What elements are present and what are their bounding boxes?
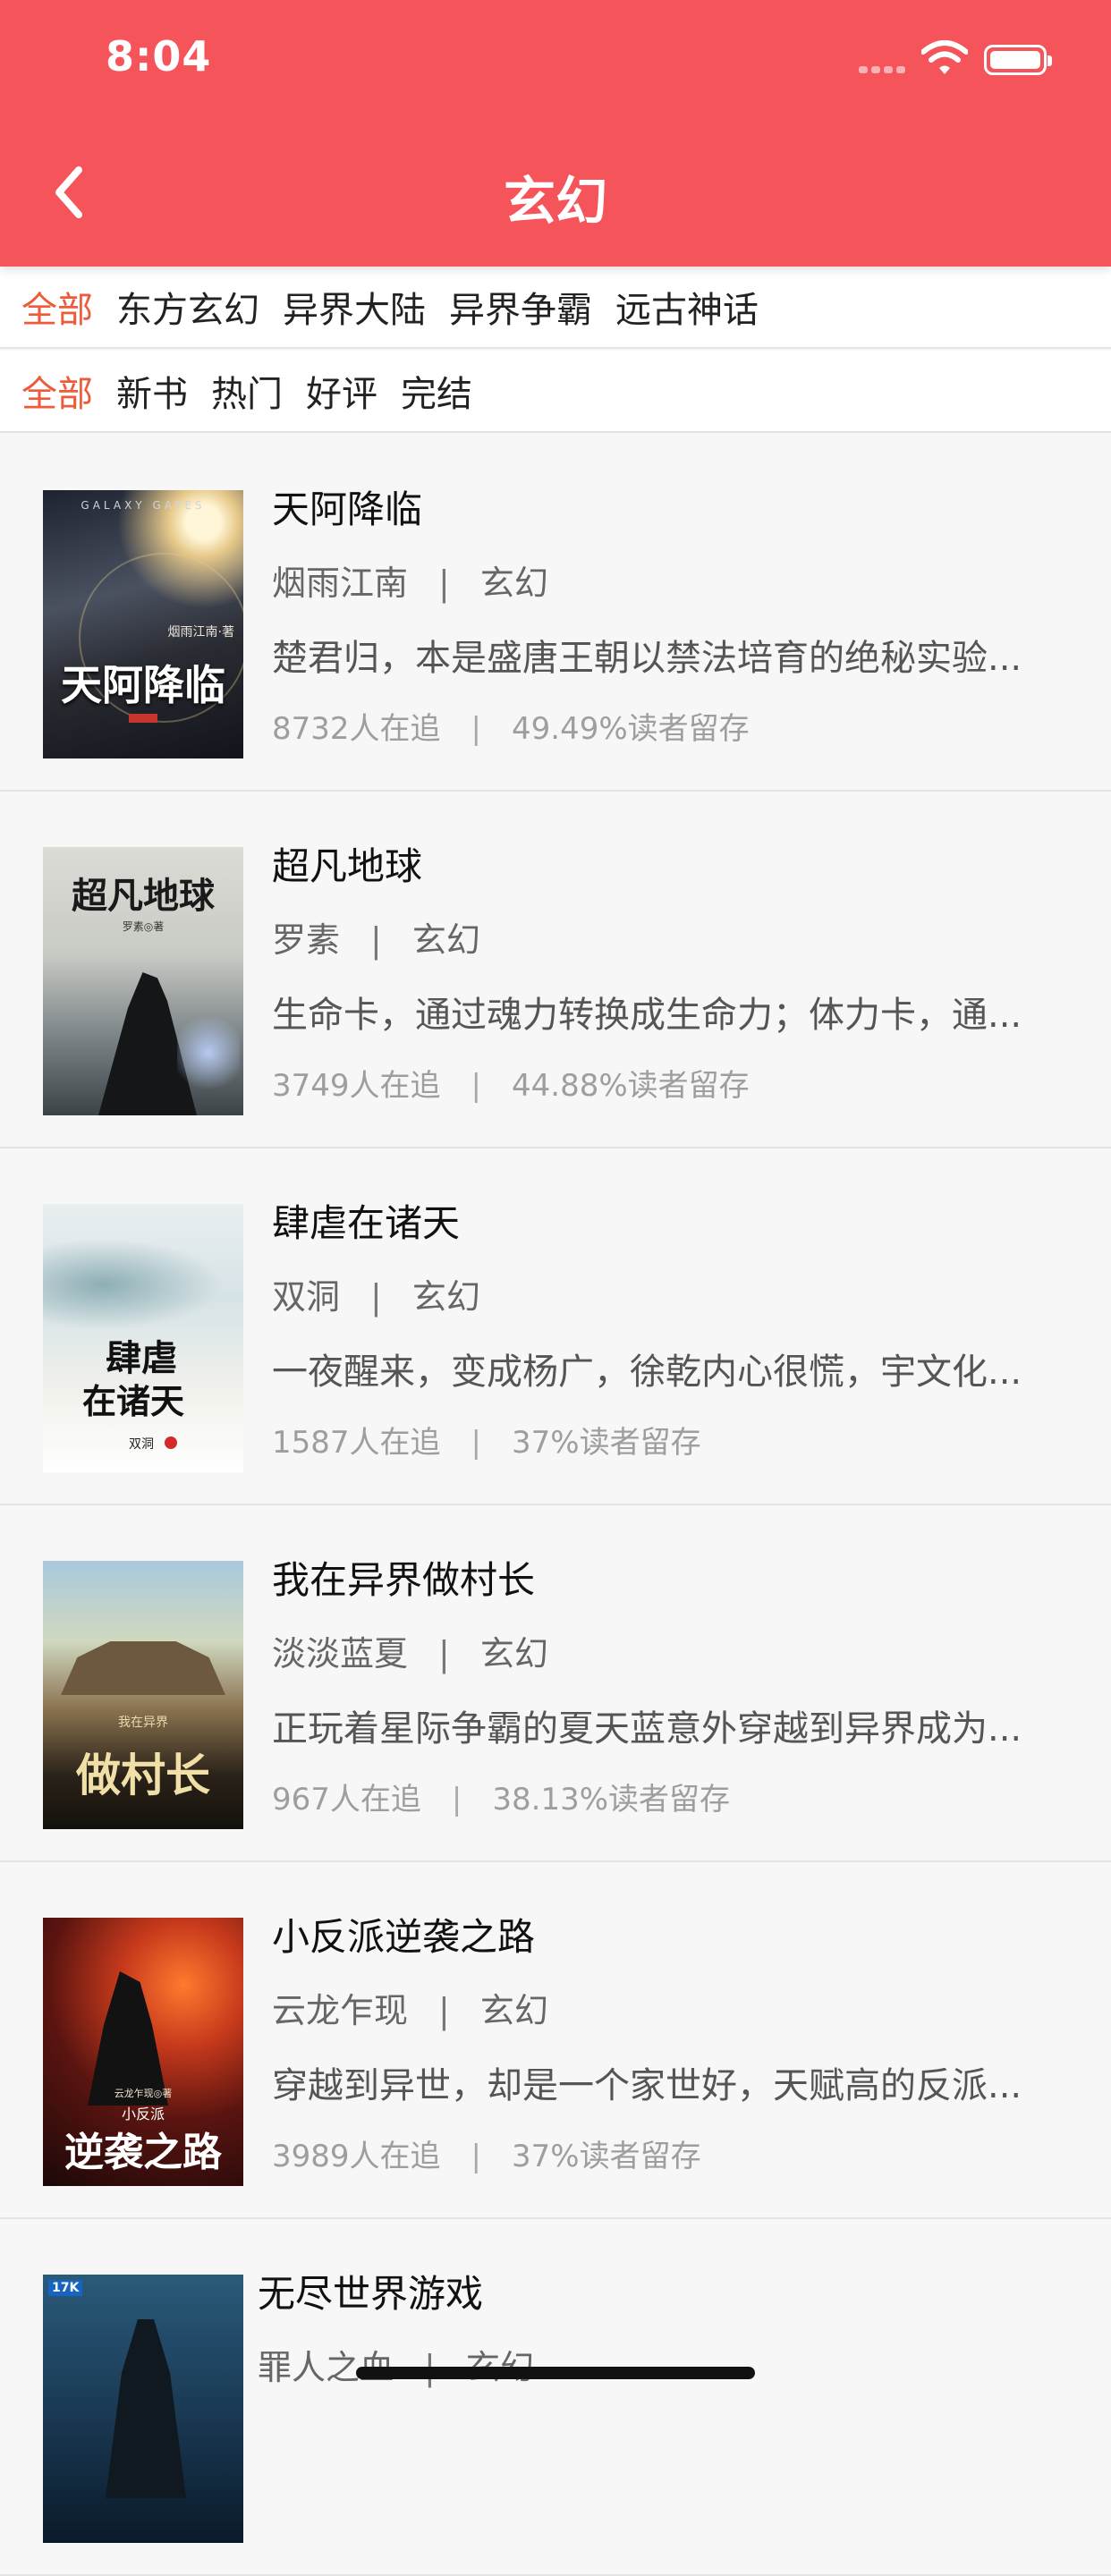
app-header: 8:04 玄幻	[0, 0, 1111, 267]
book-title: 小反派逆袭之路	[272, 1915, 536, 1959]
book-list: GALAXY GATES 烟雨江南·著 天阿降临 天阿降临 烟雨江南 | 玄幻 楚君…	[0, 435, 1111, 2576]
cover-author-text: 云龙乍现◎著	[114, 2088, 173, 2099]
sort-chip-top-rated[interactable]: 好评	[306, 365, 377, 417]
book-genre: 玄幻	[479, 564, 548, 603]
book-cover: 云龙乍现◎著 小反派 逆袭之路	[43, 1918, 243, 2186]
book-title: 肆虐在诸天	[272, 1201, 461, 1245]
book-stats: 3989人在追 | 37%读者留存	[272, 2134, 1059, 2179]
cover-title-text: 做村长	[76, 1749, 210, 1801]
meta-separator: |	[370, 920, 382, 960]
sort-filter-row: 全部 新书 热门 好评 完结	[0, 351, 1111, 433]
wifi-icon	[921, 40, 968, 74]
book-meta: 烟雨江南 | 玄幻	[272, 560, 1059, 606]
book-followers: 1587人在追	[272, 1425, 441, 1461]
sort-chip-completed[interactable]: 完结	[401, 365, 472, 417]
book-cover: 超凡地球 罗素◎著	[43, 847, 243, 1115]
book-genre: 玄幻	[479, 1991, 548, 2030]
book-info: 天阿降临 烟雨江南 | 玄幻 楚君归，本是盛唐王朝以禁法培育的绝秘实验... 873…	[272, 483, 1059, 751]
category-chip-ancient-myth[interactable]: 远古神话	[615, 281, 759, 333]
cover-author-text: 烟雨江南·著	[167, 625, 234, 640]
book-author: 罗素	[272, 920, 341, 960]
book-title: 我在异界做村长	[272, 1558, 536, 1602]
category-chip-oriental-fantasy[interactable]: 东方玄幻	[116, 281, 259, 333]
cover-author-text: 罗素◎著	[122, 920, 165, 933]
book-info: 我在异界做村长 淡淡蓝夏 | 玄幻 正玩着星际争霸的夏天蓝意外穿越到异界成为... …	[272, 1554, 1059, 1822]
battery-icon	[984, 45, 1052, 75]
book-list-item[interactable]: 17K 无尽世界游戏 罪人之血|玄幻	[0, 2219, 1111, 2576]
stats-separator: |	[471, 1068, 481, 1104]
book-list-item[interactable]: 我在异界 做村长 我在异界做村长 淡淡蓝夏 | 玄幻 正玩着星际争霸的夏天蓝意外穿越…	[0, 1505, 1111, 1862]
meta-separator: |	[438, 564, 450, 603]
page-title: 玄幻	[503, 171, 607, 232]
cover-title-text: 超凡地球	[72, 875, 215, 917]
stats-separator: |	[451, 1782, 462, 1818]
book-description: 楚君归，本是盛唐王朝以禁法培育的绝秘实验...	[272, 638, 1022, 679]
book-author: 双洞	[272, 1277, 341, 1317]
book-meta: 罗素 | 玄幻	[272, 917, 1059, 963]
book-stats: 1587人在追 | 37%读者留存	[272, 1420, 1059, 1465]
book-author: 淡淡蓝夏	[272, 1634, 409, 1674]
book-cover: 17K	[43, 2275, 243, 2543]
book-retention: 38.13%读者留存	[492, 1782, 731, 1818]
book-description: 一夜醒来，变成杨广，徐乾内心很慌，宇文化...	[272, 1352, 1022, 1393]
cover-author-text: 双洞	[129, 1437, 154, 1452]
book-description: 生命卡，通过魂力转换成生命力；体力卡，通...	[272, 995, 1022, 1036]
cover-subtitle-text: 我在异界	[118, 1716, 168, 1730]
book-info: 小反派逆袭之路 云龙乍现 | 玄幻 穿越到异世，却是一个家世好，天赋高的反派... …	[272, 1911, 1059, 2179]
meta-separator: |	[370, 1277, 382, 1317]
meta-separator: |	[438, 1634, 450, 1674]
book-info: 超凡地球 罗素 | 玄幻 生命卡，通过魂力转换成生命力；体力卡，通... 3749人…	[272, 840, 1059, 1108]
book-cover: 我在异界 做村长	[43, 1561, 243, 1829]
book-list-item[interactable]: GALAXY GATES 烟雨江南·著 天阿降临 天阿降临 烟雨江南 | 玄幻 楚君…	[0, 435, 1111, 792]
sort-chip-hot[interactable]: 热门	[211, 365, 283, 417]
book-genre: 玄幻	[479, 1634, 548, 1674]
book-retention: 44.88%读者留存	[512, 1068, 750, 1104]
status-time: 8:04	[106, 32, 212, 80]
cover-title-line2: 在诸天	[82, 1381, 185, 1421]
book-retention: 49.49%读者留存	[512, 711, 750, 747]
cover-title-text: 逆袭之路	[64, 2130, 222, 2175]
book-followers: 3749人在追	[272, 1068, 441, 1104]
book-list-item[interactable]: 超凡地球 罗素◎著 超凡地球 罗素 | 玄幻 生命卡，通过魂力转换成生命力；体力卡，…	[0, 792, 1111, 1148]
book-title: 超凡地球	[272, 844, 423, 888]
book-meta: 云龙乍现 | 玄幻	[272, 1987, 1059, 2034]
book-retention: 37%读者留存	[512, 1425, 701, 1461]
book-meta: 双洞 | 玄幻	[272, 1274, 1059, 1320]
book-followers: 967人在追	[272, 1782, 421, 1818]
stats-separator: |	[471, 711, 481, 747]
sort-chip-all[interactable]: 全部	[21, 365, 93, 417]
book-description: 正玩着星际争霸的夏天蓝意外穿越到异界成为...	[272, 1708, 1022, 1750]
book-followers: 3989人在追	[272, 2139, 441, 2174]
book-cover: 肆虐 在诸天 双洞	[43, 1204, 243, 1472]
book-genre: 玄幻	[411, 1277, 480, 1317]
home-indicator[interactable]	[356, 2367, 755, 2379]
cover-series-text: GALAXY GATES	[81, 499, 206, 512]
book-list-item[interactable]: 肆虐 在诸天 双洞 肆虐在诸天 双洞 | 玄幻 一夜醒来，变成杨广，徐乾内心很慌，宇…	[0, 1148, 1111, 1505]
book-list-item[interactable]: 云龙乍现◎著 小反派 逆袭之路 小反派逆袭之路 云龙乍现 | 玄幻 穿越到异世，却是…	[0, 1862, 1111, 2219]
cover-badge: 17K	[48, 2280, 83, 2296]
book-title: 天阿降临	[272, 487, 423, 531]
category-chip-other-world[interactable]: 异界大陆	[283, 281, 426, 333]
book-cover: GALAXY GATES 烟雨江南·著 天阿降临	[43, 490, 243, 758]
stats-separator: |	[471, 1425, 481, 1461]
meta-separator: |	[438, 1991, 450, 2030]
book-author: 云龙乍现	[272, 1991, 409, 2030]
cover-title-text: 天阿降临	[61, 661, 225, 709]
category-chip-all[interactable]: 全部	[21, 281, 93, 333]
category-chip-world-hegemony[interactable]: 异界争霸	[449, 281, 592, 333]
book-description: 穿越到异世，却是一个家世好，天赋高的反派...	[272, 2065, 1022, 2106]
book-author: 烟雨江南	[272, 564, 409, 603]
book-followers: 8732人在追	[272, 711, 441, 747]
book-stats: 967人在追 | 38.13%读者留存	[272, 1777, 1059, 1822]
book-title: 无尽世界游戏	[258, 2272, 484, 2316]
book-stats: 3749人在追 | 44.88%读者留存	[272, 1063, 1059, 1108]
stats-separator: |	[471, 2139, 481, 2174]
category-filter-row: 全部 东方玄幻 异界大陆 异界争霸 远古神话	[0, 267, 1111, 349]
book-meta: 淡淡蓝夏 | 玄幻	[272, 1631, 1059, 1677]
sort-chip-new[interactable]: 新书	[116, 365, 188, 417]
book-info: 肆虐在诸天 双洞 | 玄幻 一夜醒来，变成杨广，徐乾内心很慌，宇文化... 1587…	[272, 1197, 1059, 1465]
book-genre: 玄幻	[411, 920, 480, 960]
book-stats: 8732人在追 | 49.49%读者留存	[272, 707, 1059, 751]
book-retention: 37%读者留存	[512, 2139, 701, 2174]
